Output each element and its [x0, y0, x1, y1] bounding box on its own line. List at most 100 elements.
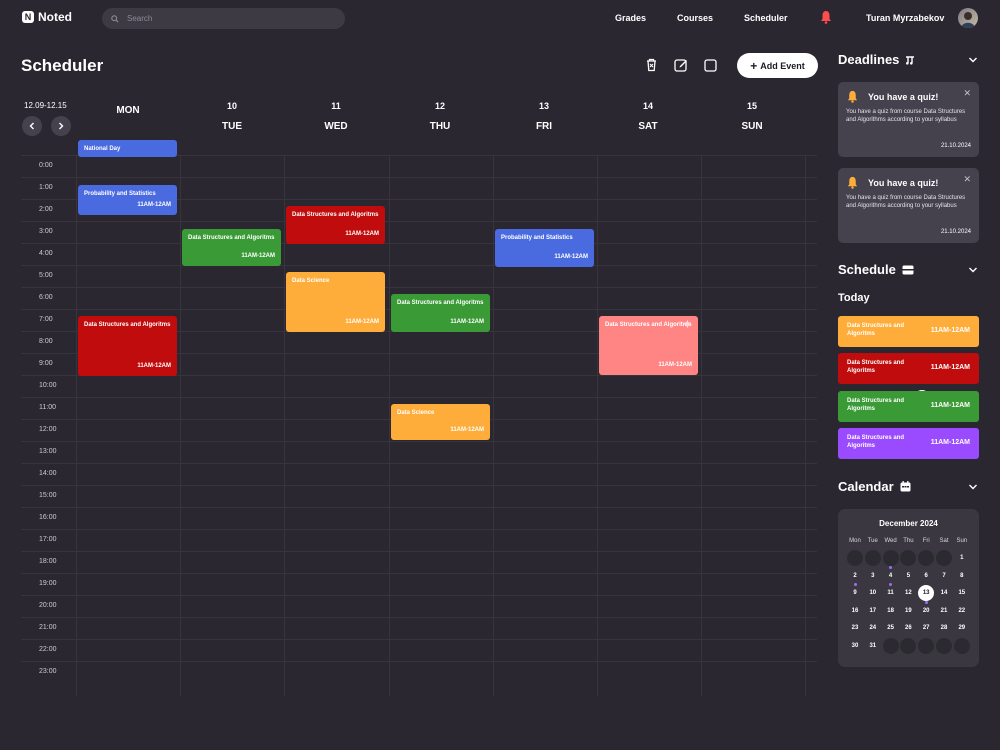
- calendar-day[interactable]: 24: [865, 620, 881, 636]
- add-event-button[interactable]: + Add Event: [737, 53, 818, 78]
- calendar-icon: [900, 481, 911, 492]
- day-header-sat[interactable]: 14 SAT: [596, 98, 700, 132]
- event-title: Probability and Statistics: [501, 235, 573, 241]
- calendar-day[interactable]: 9: [847, 585, 863, 601]
- close-icon[interactable]: ✕: [963, 174, 971, 185]
- calendar-day[interactable]: 20: [918, 603, 934, 619]
- calendar-day: [900, 550, 917, 566]
- day-header-fri[interactable]: 13 FRI: [492, 98, 596, 132]
- calendar-title: Calendar: [838, 479, 894, 494]
- day-header-thu[interactable]: 12 THU: [388, 98, 492, 132]
- schedule-item[interactable]: Data Structures and Algoritms 11AM-12AM: [838, 428, 979, 459]
- app-logo[interactable]: N Noted: [22, 10, 72, 24]
- calendar-day[interactable]: 1: [954, 550, 970, 566]
- grid-row-line: [21, 507, 817, 508]
- calendar-day[interactable]: 31: [865, 638, 881, 654]
- event-card[interactable]: Data Science 11AM-12AM: [286, 272, 385, 332]
- calendar-day[interactable]: 2: [847, 568, 863, 584]
- calendar-day[interactable]: 11: [883, 585, 899, 601]
- event-card[interactable]: Data Structures and Algoritms 11AM-12AM: [286, 206, 385, 244]
- calendar-day[interactable]: 3: [865, 568, 881, 584]
- nav-scheduler[interactable]: Scheduler: [744, 13, 788, 23]
- schedule-item[interactable]: Data Structures and Algoritms 11AM-12AM: [838, 391, 979, 422]
- event-card[interactable]: Data Structures and Algoritms 11AM-12AM: [182, 229, 281, 266]
- grid-row-line: [21, 265, 817, 266]
- grid-column-line: [805, 155, 807, 696]
- schedule-item[interactable]: Data Structures and Algoritms 11AM-12AM: [838, 353, 979, 384]
- day-header-mon[interactable]: 9 MON: [76, 98, 930, 406]
- calendar-day[interactable]: 12: [900, 585, 916, 601]
- day-header-tue[interactable]: 10 TUE: [180, 98, 284, 132]
- prev-week-button[interactable]: [22, 116, 42, 136]
- calendar-weekday: Thu: [903, 538, 914, 544]
- hour-label: 3:00: [39, 228, 53, 235]
- top-bar: N Noted Search Grades Courses Scheduler …: [0, 0, 1000, 36]
- calendar-day[interactable]: 8: [954, 568, 970, 584]
- event-card[interactable]: Data Science 11AM-12AM: [391, 404, 490, 440]
- schedule-item-time: 11AM-12AM: [930, 364, 970, 371]
- hour-label: 13:00: [39, 448, 57, 455]
- calendar-day: [847, 550, 863, 566]
- schedule-item-time: 11AM-12AM: [930, 439, 970, 446]
- day-header-sun[interactable]: 15 SUN: [700, 98, 804, 132]
- nav-courses[interactable]: Courses: [677, 13, 713, 23]
- calendar-header[interactable]: Calendar: [838, 479, 911, 494]
- edit-icon[interactable]: [673, 57, 689, 73]
- next-week-button[interactable]: [51, 116, 71, 136]
- nav-grades[interactable]: Grades: [615, 13, 646, 23]
- day-header-wed[interactable]: 11 WED: [284, 98, 388, 132]
- calendar-day[interactable]: 13: [918, 585, 935, 602]
- grid-row-line: [21, 221, 817, 222]
- deadlines-header[interactable]: Deadlines: [838, 52, 915, 67]
- calendar-day[interactable]: 10: [865, 585, 881, 601]
- calendar-day[interactable]: 27: [918, 620, 934, 636]
- chevron-down-icon[interactable]: [968, 265, 978, 275]
- calendar-day[interactable]: 16: [847, 603, 863, 619]
- calendar-day[interactable]: 19: [900, 603, 916, 619]
- event-time: 11AM-12AM: [241, 253, 275, 259]
- hour-label: 19:00: [39, 580, 57, 587]
- grid-column-line: [701, 155, 703, 696]
- deadline-card[interactable]: You have a quiz! ✕ You have a quiz from …: [838, 82, 979, 157]
- calendar-day[interactable]: 29: [954, 620, 970, 636]
- schedule-item-time: 11AM-12AM: [930, 402, 970, 409]
- grid-column-line: [492, 155, 494, 696]
- calendar-day[interactable]: 7: [936, 568, 952, 584]
- search-input[interactable]: Search: [102, 8, 345, 29]
- event-card[interactable]: Probability and Statistics 11AM-12AM: [495, 229, 594, 267]
- event-card[interactable]: Data Structures and Algoritms ✦ 11AM-12A…: [599, 316, 698, 375]
- calendar-day[interactable]: 5: [900, 568, 916, 584]
- calendar-day[interactable]: 30: [847, 638, 863, 654]
- deadline-card[interactable]: You have a quiz! ✕ You have a quiz from …: [838, 168, 979, 243]
- calendar-day[interactable]: 15: [954, 585, 970, 601]
- event-card[interactable]: Data Structures and Algoritms 11AM-12AM: [391, 294, 490, 332]
- calendar-weekday: Wed: [884, 538, 897, 544]
- delete-icon[interactable]: [643, 57, 659, 73]
- avatar[interactable]: [958, 8, 978, 28]
- calendar-day[interactable]: 26: [900, 620, 916, 636]
- schedule-item[interactable]: Data Structures and Algoritms 11AM-12AM: [838, 316, 979, 347]
- search-placeholder: Search: [127, 14, 153, 23]
- grid-row-line: [21, 177, 817, 178]
- calendar-day[interactable]: 4: [883, 568, 899, 584]
- calendar-day[interactable]: 21: [936, 603, 952, 619]
- grid-row-line: [21, 639, 817, 640]
- calendar-day[interactable]: 14: [936, 585, 952, 601]
- schedule-header[interactable]: Schedule: [838, 262, 914, 277]
- calendar-day[interactable]: 18: [883, 603, 899, 619]
- user-name[interactable]: Turan Myrzabekov: [866, 13, 944, 23]
- chevron-down-icon[interactable]: [968, 482, 978, 492]
- notification-bell-icon[interactable]: [820, 10, 832, 24]
- calendar-day[interactable]: 17: [865, 603, 881, 619]
- close-icon[interactable]: ✕: [963, 88, 971, 99]
- calendar-day[interactable]: 25: [883, 620, 899, 636]
- calendar-day[interactable]: 22: [954, 603, 970, 619]
- calendar-day[interactable]: 6: [918, 568, 934, 584]
- event-card[interactable]: Probability and Statistics 11AM-12AM: [78, 185, 177, 215]
- chevron-down-icon[interactable]: [968, 55, 978, 65]
- calendar-day[interactable]: 28: [936, 620, 952, 636]
- calendar-day[interactable]: 23: [847, 620, 863, 636]
- event-card[interactable]: Data Structures and Algoritms 11AM-12AM: [78, 316, 177, 376]
- event-card[interactable]: National Day: [78, 140, 177, 157]
- select-checkbox-icon[interactable]: [702, 57, 718, 73]
